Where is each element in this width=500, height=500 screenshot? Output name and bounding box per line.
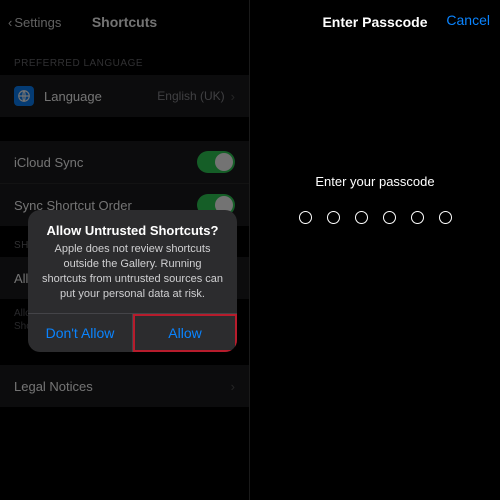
alert-untrusted: Allow Untrusted Shortcuts? Apple does no… xyxy=(28,210,237,352)
settings-shortcuts-screen: ‹ Settings Shortcuts PREFERRED LANGUAGE … xyxy=(0,0,250,500)
passcode-dot xyxy=(411,211,424,224)
header: Enter Passcode Cancel xyxy=(250,0,500,44)
passcode-dot xyxy=(439,211,452,224)
passcode-prompt: Enter your passcode xyxy=(250,174,500,189)
passcode-dot xyxy=(299,211,312,224)
alert-message: Apple does not review shortcuts outside … xyxy=(28,242,237,313)
allow-button[interactable]: Allow xyxy=(132,314,237,352)
allow-highlight-box xyxy=(133,314,237,352)
dont-allow-button[interactable]: Don't Allow xyxy=(28,314,132,352)
enter-passcode-screen: Enter Passcode Cancel Enter your passcod… xyxy=(250,0,500,500)
passcode-dot xyxy=(327,211,340,224)
passcode-dots xyxy=(250,211,500,224)
passcode-dot xyxy=(355,211,368,224)
alert-buttons: Don't Allow Allow xyxy=(28,313,237,352)
cancel-button[interactable]: Cancel xyxy=(446,12,490,28)
passcode-dot xyxy=(383,211,396,224)
alert-title: Allow Untrusted Shortcuts? xyxy=(28,210,237,242)
